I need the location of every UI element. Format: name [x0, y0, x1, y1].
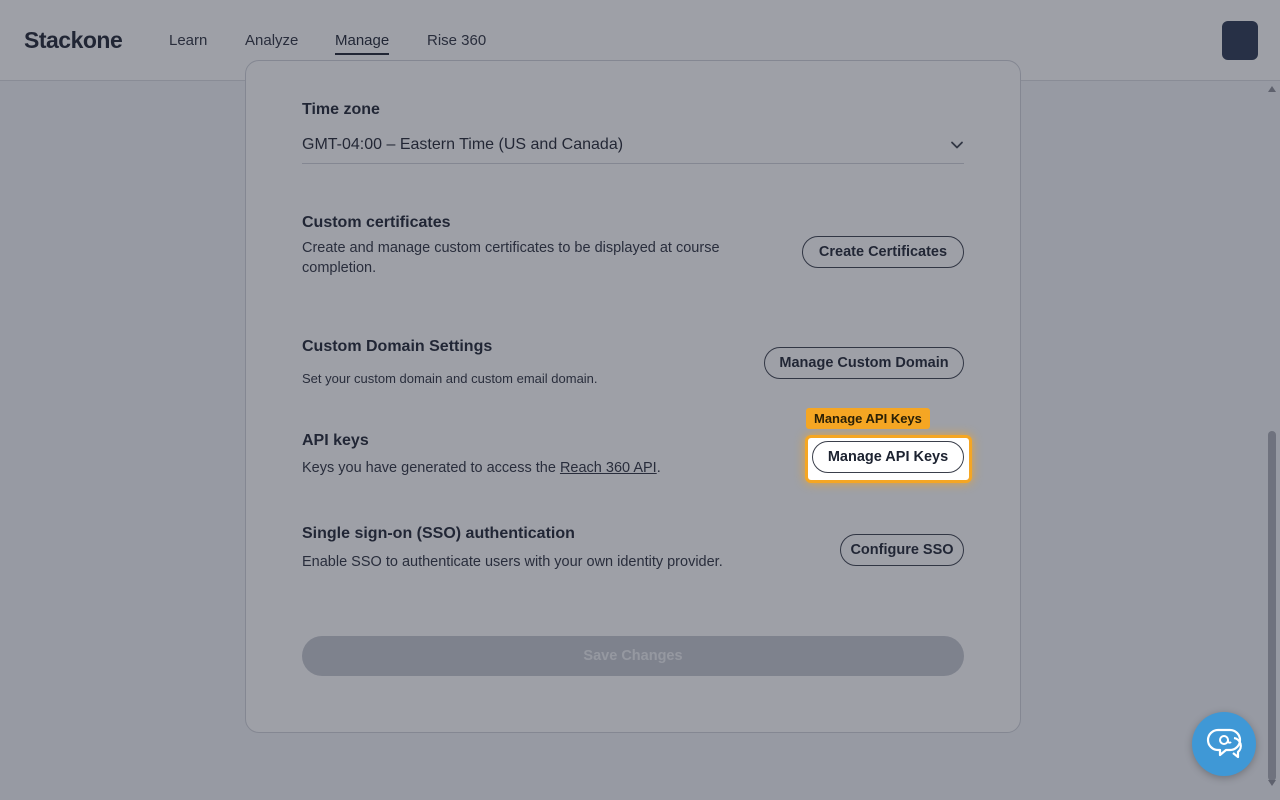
certificates-title: Custom certificates [302, 214, 451, 231]
manage-api-keys-button[interactable]: Manage API Keys [812, 441, 964, 473]
configure-sso-button[interactable]: Configure SSO [840, 534, 964, 566]
api-keys-description: Keys you have generated to access the Re… [302, 458, 661, 478]
nav-tab-learn[interactable]: Learn [169, 32, 207, 53]
sso-description: Enable SSO to authenticate users with yo… [302, 554, 723, 570]
timezone-select[interactable]: GMT-04:00 – Eastern Time (US and Canada) [302, 128, 964, 164]
help-chat-button[interactable] [1192, 712, 1256, 776]
scroll-up-arrow-icon[interactable] [1268, 86, 1276, 92]
api-keys-title: API keys [302, 432, 369, 449]
chat-bubbles-icon [1206, 728, 1242, 759]
timezone-title: Time zone [302, 101, 380, 118]
highlight-tag: Manage API Keys [806, 408, 930, 429]
nav-tab-manage[interactable]: Manage [335, 32, 390, 55]
user-avatar[interactable] [1222, 21, 1258, 60]
create-certificates-button[interactable]: Create Certificates [802, 236, 964, 268]
custom-domain-title: Custom Domain Settings [302, 338, 493, 355]
sso-title: Single sign-on (SSO) authentication [302, 525, 575, 542]
manage-custom-domain-button[interactable]: Manage Custom Domain [764, 347, 964, 379]
api-keys-description-suffix: . [656, 460, 661, 476]
api-keys-description-text: Keys you have generated to access the [302, 460, 560, 476]
timezone-value: GMT-04:00 – Eastern Time (US and Canada) [302, 136, 624, 153]
save-changes-button[interactable]: Save Changes [302, 636, 964, 676]
chevron-down-icon [951, 141, 963, 149]
nav-tab-rise-360[interactable]: Rise 360 [427, 32, 486, 53]
app-logo[interactable]: Stackone [24, 27, 123, 54]
reach-360-api-link[interactable]: Reach 360 API [560, 460, 657, 476]
scrollbar-thumb[interactable] [1268, 431, 1276, 781]
custom-domain-description: Set your custom domain and custom email … [302, 371, 598, 386]
scroll-down-arrow-icon[interactable] [1268, 780, 1276, 786]
certificates-description: Create and manage custom certificates to… [302, 240, 720, 276]
nav-tab-analyze[interactable]: Analyze [245, 32, 298, 53]
